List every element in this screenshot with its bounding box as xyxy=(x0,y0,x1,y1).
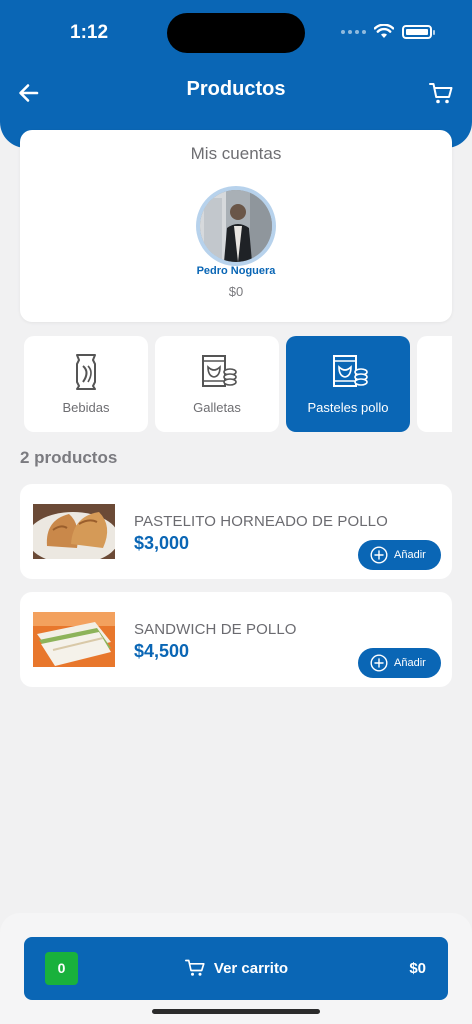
category-list: Bebidas Galletas Pasteles pollo xyxy=(24,336,452,432)
user-name: Pedro Noguera xyxy=(196,265,276,277)
cart-icon[interactable] xyxy=(428,80,454,106)
category-galletas[interactable]: Galletas xyxy=(155,336,279,432)
add-button-label: Añadir xyxy=(394,657,426,669)
cookie-bag-icon xyxy=(202,355,237,387)
products-count: 2 productos xyxy=(20,448,118,467)
view-cart-label: Ver carrito xyxy=(213,959,289,977)
cart-total: $0 xyxy=(409,960,426,977)
dynamic-island xyxy=(167,13,305,53)
account-card: Mis cuentas Pedro Noguera $0 xyxy=(20,130,452,322)
avatar-photo xyxy=(200,190,272,262)
category-bebidas[interactable]: Bebidas xyxy=(24,336,148,432)
category-partial[interactable] xyxy=(417,336,452,432)
plus-circle-icon xyxy=(370,546,388,564)
status-icons xyxy=(341,24,435,39)
add-button[interactable]: Añadir xyxy=(358,648,441,678)
wifi-icon xyxy=(374,24,394,38)
product-name: PASTELITO HORNEADO DE POLLO xyxy=(134,513,388,530)
product-name: SANDWICH DE POLLO xyxy=(134,621,297,638)
category-label: Bebidas xyxy=(62,400,110,415)
product-price: $4,500 xyxy=(134,641,190,661)
snack-bag-icon xyxy=(333,355,368,387)
page-title: Productos xyxy=(186,78,286,100)
plus-circle-icon xyxy=(370,654,388,672)
can-icon xyxy=(76,354,96,390)
account-title: Mis cuentas xyxy=(190,144,282,163)
product-price: $3,000 xyxy=(134,533,190,553)
add-button[interactable]: Añadir xyxy=(358,540,441,570)
user-balance: $0 xyxy=(228,284,244,299)
product-image xyxy=(33,504,115,559)
category-pasteles-pollo[interactable]: Pasteles pollo xyxy=(286,336,410,432)
header: 1:12 Productos xyxy=(0,0,472,148)
home-indicator xyxy=(152,1009,320,1014)
cart-icon xyxy=(184,959,205,976)
battery-icon xyxy=(402,24,435,39)
product-card[interactable]: SANDWICH DE POLLO $4,500 Añadir xyxy=(20,592,452,687)
category-label: Pasteles pollo xyxy=(307,400,389,415)
product-image xyxy=(33,612,115,667)
view-cart-button[interactable]: 0 Ver carrito $0 xyxy=(24,937,448,1000)
signal-icon xyxy=(341,29,366,34)
add-button-label: Añadir xyxy=(394,549,426,561)
status-time: 1:12 xyxy=(70,22,109,43)
avatar[interactable] xyxy=(196,186,276,266)
category-label: Galletas xyxy=(193,400,241,415)
product-card[interactable]: PASTELITO HORNEADO DE POLLO $3,000 Añadi… xyxy=(20,484,452,579)
view-cart-label-group: Ver carrito xyxy=(24,958,448,978)
